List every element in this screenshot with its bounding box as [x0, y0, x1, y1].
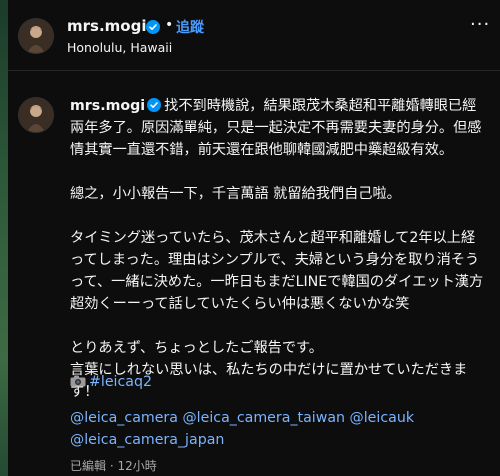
caption-body: 找不到時機說，結果跟茂木桑超和平離婚轉眼已經兩年多了。原因滿單純，只是一起決定不…: [70, 98, 484, 400]
username[interactable]: mrs.mogi: [67, 17, 146, 35]
mention-link[interactable]: @leica_camera_taiwan: [182, 410, 345, 426]
post-caption: mrs.mogi 找不到時機說，結果跟茂木桑超和平離婚轉眼已經兩年多了。原因滿單純…: [8, 71, 500, 476]
mentions: @leica_camera @leica_camera_taiwan @leic…: [70, 407, 485, 451]
avatar[interactable]: [18, 18, 54, 54]
verified-badge-icon: [146, 20, 160, 34]
mention-link[interactable]: @leicauk: [350, 410, 415, 426]
post-header: mrs.mogi • 追蹤 Honolulu, Hawaii ···: [8, 0, 500, 71]
separator-dot: •: [165, 17, 174, 33]
caption-username[interactable]: mrs.mogi: [70, 98, 145, 114]
caption-avatar[interactable]: [18, 97, 54, 133]
mention-link[interactable]: @leica_camera_japan: [70, 432, 224, 448]
camera-icon: [70, 375, 86, 387]
verified-badge-icon: [147, 98, 162, 112]
background-photo-edge: [0, 0, 8, 476]
hashtag-line: #leicaq2: [70, 371, 152, 393]
location-link[interactable]: Honolulu, Hawaii: [67, 40, 172, 55]
post-panel: mrs.mogi • 追蹤 Honolulu, Hawaii ··· mrs.m…: [8, 0, 500, 476]
more-options-icon[interactable]: ···: [470, 14, 490, 35]
mention-link[interactable]: @leica_camera: [70, 410, 178, 426]
caption-text: mrs.mogi 找不到時機說，結果跟茂木桑超和平離婚轉眼已經兩年多了。原因滿單純…: [70, 95, 485, 403]
avatar-photo-icon: [19, 98, 53, 132]
hashtag-link[interactable]: #leicaq2: [89, 374, 152, 390]
post-meta: 已編輯 · 12小時: [70, 459, 157, 473]
avatar-photo-icon: [19, 19, 53, 53]
follow-button[interactable]: 追蹤: [176, 17, 204, 37]
